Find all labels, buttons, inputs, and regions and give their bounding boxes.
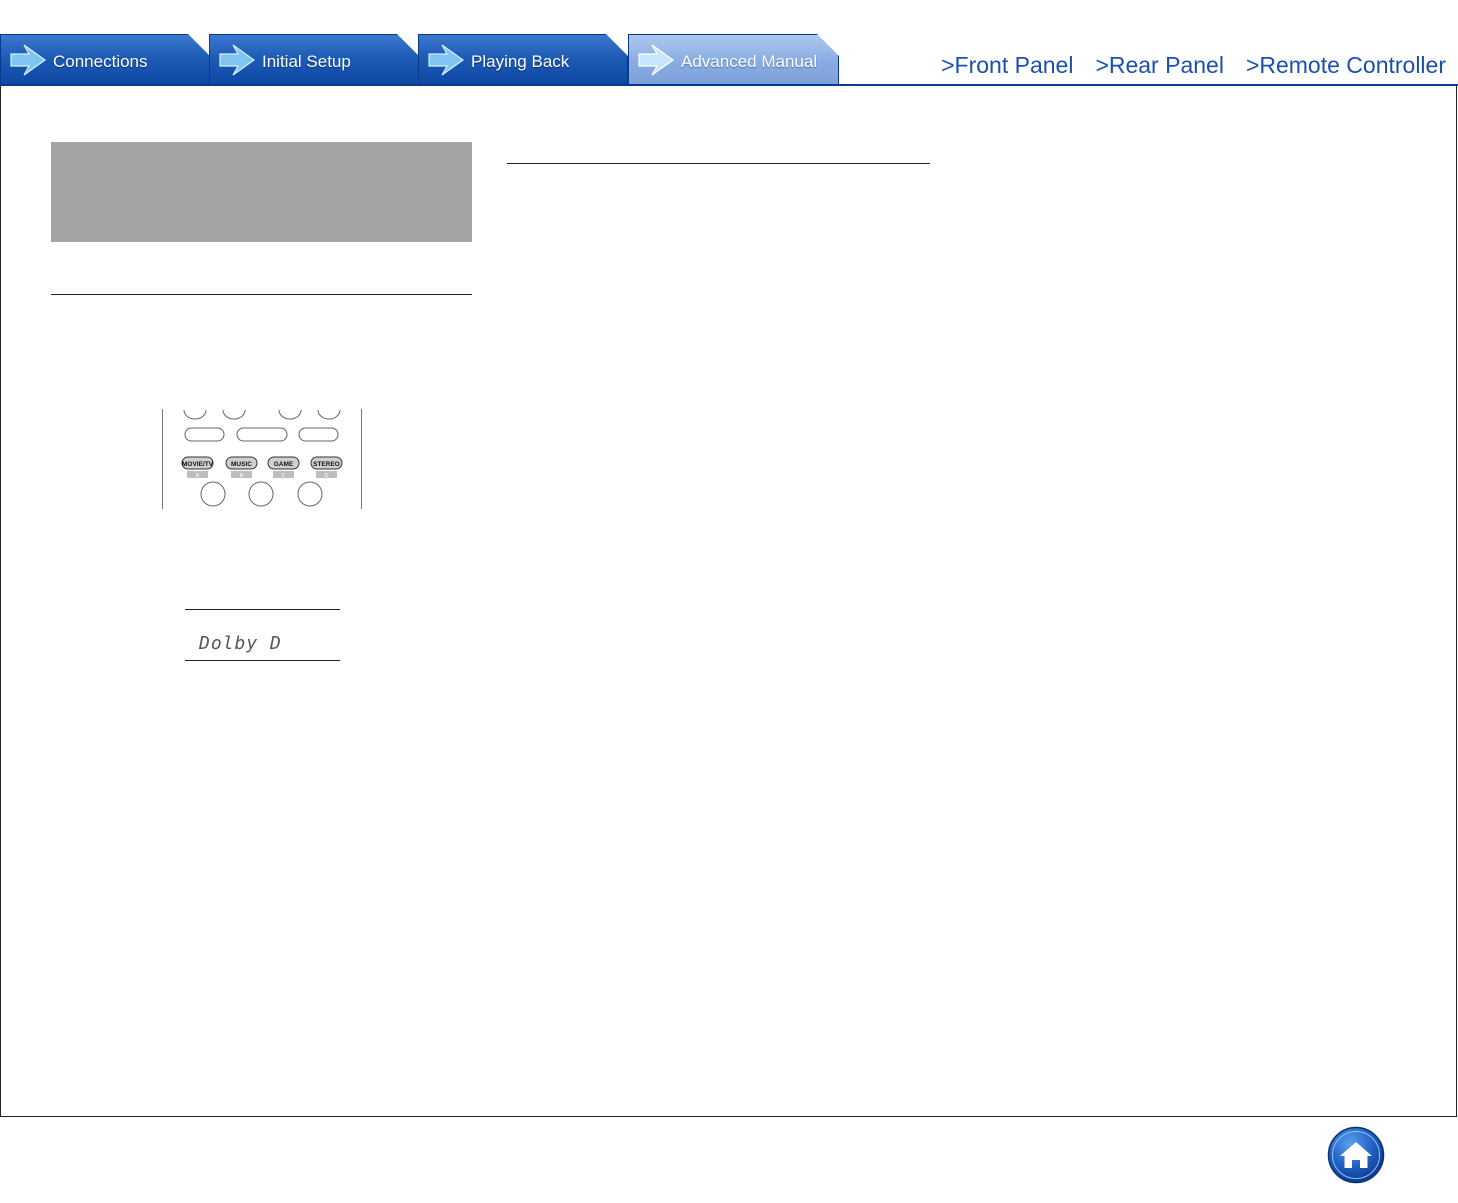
- tab-label: Advanced Manual: [681, 52, 818, 71]
- page-border-right: [1456, 86, 1457, 1117]
- link-remote-controller[interactable]: >Remote Controller: [1246, 52, 1446, 79]
- page-border-bottom: [0, 1116, 1457, 1117]
- arrow-right-icon: [425, 41, 467, 79]
- svg-text:C: C: [282, 473, 286, 479]
- arrow-right-icon: [216, 41, 258, 79]
- svg-text:MUSIC: MUSIC: [231, 461, 252, 468]
- link-front-panel[interactable]: >Front Panel: [941, 52, 1073, 79]
- svg-text:MOVIE/TV: MOVIE/TV: [182, 461, 214, 468]
- tab-label: Connections: [53, 52, 148, 71]
- remote-button-stereo: STEREO D: [310, 456, 343, 479]
- remote-round-button: [297, 481, 323, 507]
- arrow-right-icon: [635, 41, 677, 79]
- remote-round-button: [200, 481, 226, 507]
- tab-playing-back[interactable]: Playing Back: [418, 34, 628, 85]
- section-heading-block: [51, 142, 472, 242]
- svg-text:STEREO: STEREO: [313, 461, 340, 468]
- svg-text:D: D: [325, 473, 329, 479]
- tab-initial-setup[interactable]: Initial Setup: [209, 34, 419, 85]
- display-rule-bottom: [185, 660, 340, 661]
- display-text: Dolby D: [199, 633, 282, 654]
- home-icon[interactable]: [1327, 1126, 1385, 1184]
- remote-round-button: [317, 409, 341, 420]
- remote-round-button: [248, 481, 274, 507]
- remote-pill-button: [184, 427, 225, 442]
- remote-round-button: [222, 409, 246, 420]
- remote-button-game: GAME C: [267, 456, 300, 479]
- remote-controller-illustration: MOVIE/TV A MUSIC B GAME C STEREO D: [162, 409, 362, 509]
- main-tab-bar: Connections Initial Setup Playing Back A…: [0, 34, 840, 86]
- tab-label: Playing Back: [471, 52, 570, 71]
- arrow-right-icon: [7, 41, 49, 79]
- tab-label: Initial Setup: [262, 52, 351, 71]
- display-rule-top: [185, 609, 340, 610]
- link-rear-panel[interactable]: >Rear Panel: [1095, 52, 1224, 79]
- remote-pill-button: [298, 427, 339, 442]
- right-column-rule: [507, 163, 930, 164]
- svg-text:A: A: [196, 473, 200, 479]
- page-border-left: [0, 86, 1, 1117]
- remote-button-music: MUSIC B: [225, 456, 258, 479]
- tab-connections[interactable]: Connections: [0, 34, 210, 85]
- left-column-rule: [51, 294, 472, 295]
- quick-links: >Front Panel >Rear Panel >Remote Control…: [941, 52, 1446, 79]
- svg-text:GAME: GAME: [274, 461, 294, 468]
- remote-round-button: [183, 409, 207, 420]
- display-readout: Dolby D: [185, 609, 340, 662]
- svg-text:B: B: [240, 473, 244, 479]
- remote-pill-button: [236, 427, 288, 442]
- tab-advanced-manual[interactable]: Advanced Manual: [628, 34, 839, 85]
- tab-bar-divider: [0, 84, 1458, 86]
- remote-round-button: [278, 409, 302, 420]
- remote-button-movie-tv: MOVIE/TV A: [181, 456, 214, 479]
